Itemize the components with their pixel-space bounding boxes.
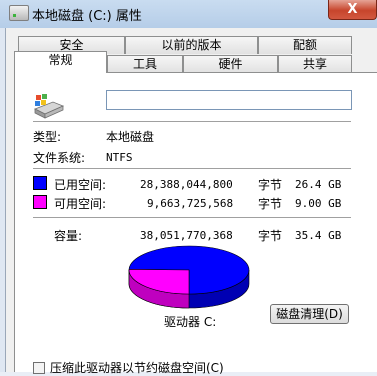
hard-drive-icon <box>34 94 65 119</box>
used-space-label: 已用空间: <box>54 178 107 192</box>
tab-hardware[interactable]: 硬件 <box>183 55 278 73</box>
capacity-label: 容量: <box>54 229 83 243</box>
free-space-bytes: 9,663,725,568 <box>147 197 234 210</box>
tab-tools[interactable]: 工具 <box>107 55 183 73</box>
free-space-size: 9.00 GB <box>295 197 342 210</box>
drive-icon <box>9 5 29 21</box>
divider <box>33 168 351 169</box>
capacity-bytes: 38,051,770,368 <box>140 229 233 242</box>
free-space-swatch <box>33 195 47 209</box>
capacity-unit: 字节 <box>258 229 283 243</box>
window-title: 本地磁盘 (C:) 属性 <box>32 9 142 24</box>
compress-label: 压缩此驱动器以节约磁盘空间(C) <box>50 361 224 375</box>
volume-name-field[interactable] <box>107 91 359 109</box>
tab-previous-versions[interactable]: 以前的版本 <box>125 36 258 54</box>
tab-sharing[interactable]: 共享 <box>278 55 352 73</box>
tab-quota[interactable]: 配额 <box>258 36 352 54</box>
divider <box>33 217 351 218</box>
used-space-unit: 字节 <box>258 178 283 192</box>
divider <box>33 121 351 122</box>
filesystem-value: NTFS <box>106 151 133 164</box>
disk-cleanup-button[interactable]: 磁盘清理(D) <box>270 304 349 324</box>
used-space-size: 26.4 GB <box>295 178 342 191</box>
close-button[interactable]: X <box>328 0 377 20</box>
type-value: 本地磁盘 <box>106 130 155 144</box>
type-label: 类型: <box>33 130 62 144</box>
compress-checkbox[interactable] <box>33 362 45 374</box>
used-space-bytes: 28,388,044,800 <box>140 178 233 191</box>
drive-label: 驱动器 C: <box>164 315 217 329</box>
title-bar: 本地磁盘 (C:) 属性 X <box>0 0 377 28</box>
used-space-swatch <box>33 176 47 190</box>
free-space-unit: 字节 <box>258 197 283 211</box>
tab-general[interactable]: 常规 <box>14 51 107 73</box>
filesystem-label: 文件系统: <box>33 151 86 165</box>
free-space-label: 可用空间: <box>54 197 107 211</box>
disk-usage-pie-chart <box>128 245 250 309</box>
capacity-size: 35.4 GB <box>295 229 342 242</box>
volume-name-input[interactable] <box>106 90 359 110</box>
